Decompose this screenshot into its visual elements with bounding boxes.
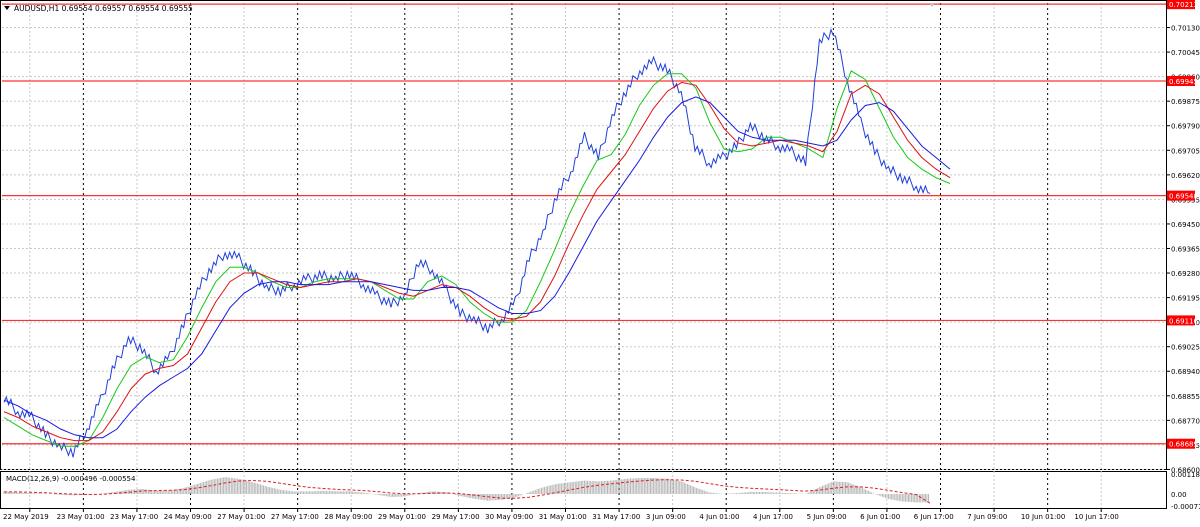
x-tick-label: 28 May 09:00 — [324, 513, 372, 521]
y-tick-label: 0.70045 — [1171, 49, 1200, 57]
y-tick-label: 0.69450 — [1171, 221, 1200, 229]
y-tick-label: 0.70130 — [1171, 25, 1200, 33]
level-price-label: 0.69116 — [1169, 317, 1198, 325]
level-price-label: 0.68689 — [1169, 441, 1198, 449]
y-tick-label: 0.69195 — [1171, 295, 1200, 303]
macd-axis-label: 0.00 — [1171, 491, 1187, 499]
chart-window[interactable]: 0.701300.700450.699600.698750.697900.697… — [0, 0, 1200, 523]
level-price-label: 0.69945 — [1169, 78, 1198, 86]
macd-axis: 0.001187 0.00 -0.000716 — [1171, 471, 1200, 511]
x-tick-label: 31 May 17:00 — [592, 513, 640, 521]
symbol-info: AUDUSD,H1 0.69554 0.69557 0.69554 0.6955… — [14, 4, 193, 13]
x-tick-label: 6 Jun 17:00 — [914, 513, 954, 521]
x-tick-label: 7 Jun 09:00 — [967, 513, 1007, 521]
y-tick-label: 0.69705 — [1171, 147, 1200, 155]
x-tick-label: 29 May 17:00 — [432, 513, 480, 521]
y-tick-label: 0.68940 — [1171, 368, 1200, 376]
x-tick-label: 23 May 01:00 — [57, 513, 105, 521]
macd-label: MACD(12,26,9) -0.000496 -0.000554 — [6, 475, 136, 483]
x-tick-label: 24 May 09:00 — [164, 513, 212, 521]
price-axis[interactable]: 0.701300.700450.699600.698750.697900.697… — [1166, 0, 1200, 474]
x-tick-label: 4 Jun 17:00 — [753, 513, 793, 521]
level-price-label: 0.70211 — [1169, 1, 1198, 9]
x-tick-label: 10 Jun 01:00 — [1021, 513, 1065, 521]
x-tick-label: 4 Jun 01:00 — [699, 513, 739, 521]
y-tick-label: 0.69365 — [1171, 245, 1200, 253]
x-tick-label: 31 May 01:00 — [539, 513, 587, 521]
symbol-header[interactable]: AUDUSD,H1 0.69554 0.69557 0.69554 0.6955… — [4, 4, 193, 13]
macd-axis-label: -0.000716 — [1171, 503, 1200, 511]
main-pane-frame — [0, 0, 1167, 470]
y-tick-label: 0.69025 — [1171, 344, 1200, 352]
x-tick-label: 23 May 17:00 — [110, 513, 158, 521]
time-axis[interactable]: 22 May 2019 23 May 01:00 23 May 17:00 24 Ma… — [3, 509, 1119, 521]
x-tick-label: 5 Jun 09:00 — [807, 513, 847, 521]
price-chart[interactable]: 0.701300.700450.699600.698750.697900.697… — [0, 0, 1200, 523]
y-tick-label: 0.69620 — [1171, 172, 1200, 180]
x-tick-label: 27 May 01:00 — [217, 513, 265, 521]
x-tick-label: 6 Jun 01:00 — [860, 513, 900, 521]
x-tick-label: 30 May 09:00 — [485, 513, 533, 521]
y-tick-label: 0.68770 — [1171, 417, 1200, 425]
y-tick-label: 0.68855 — [1171, 393, 1200, 401]
y-tick-label: 0.69875 — [1171, 98, 1200, 106]
x-tick-label: 10 Jun 17:00 — [1074, 513, 1118, 521]
y-tick-label: 0.69280 — [1171, 270, 1200, 278]
x-tick-label: 27 May 17:00 — [271, 513, 319, 521]
y-tick-label: 0.69790 — [1171, 123, 1200, 131]
x-tick-label: 3 Jun 09:00 — [646, 513, 686, 521]
level-price-label: 0.69548 — [1169, 193, 1198, 201]
macd-axis-label: 0.001187 — [1171, 471, 1200, 479]
x-tick-label: 22 May 2019 — [3, 513, 49, 521]
x-tick-label: 29 May 01:00 — [378, 513, 426, 521]
